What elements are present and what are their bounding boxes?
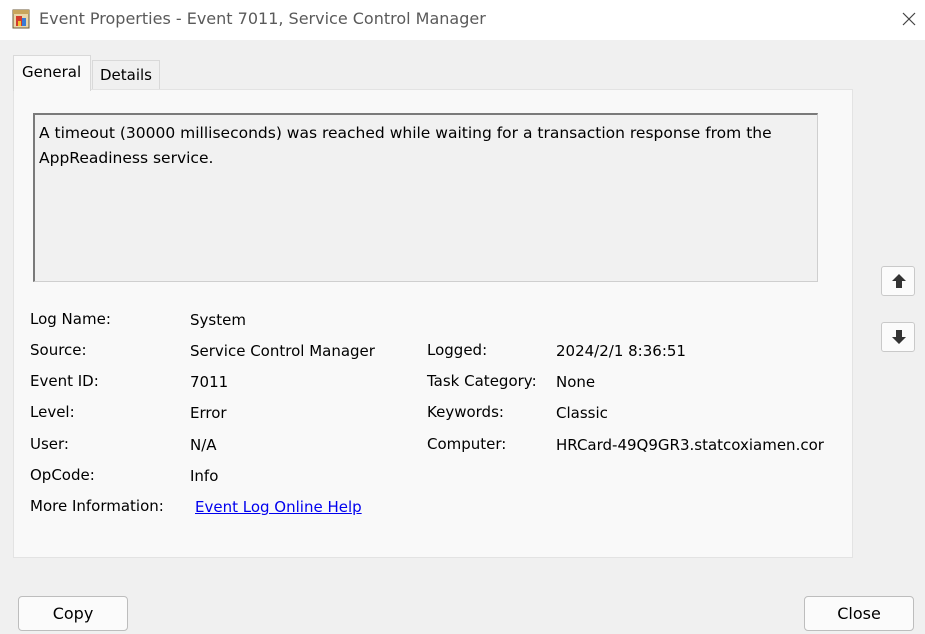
logged-label: Logged:: [427, 341, 488, 359]
close-icon[interactable]: [898, 8, 920, 30]
arrow-down-icon: [892, 330, 906, 344]
copy-button[interactable]: Copy: [18, 596, 128, 631]
user-value: N/A: [190, 436, 217, 454]
close-button[interactable]: Close: [804, 596, 914, 631]
opcode-label: OpCode:: [30, 466, 95, 484]
event-id-value: 7011: [190, 373, 229, 391]
computer-value: HRCard-49Q9GR3.statcoxiamen.cor: [556, 436, 824, 454]
title-bar: Event Properties - Event 7011, Service C…: [0, 0, 925, 40]
event-log-online-help-link[interactable]: Event Log Online Help: [195, 498, 362, 516]
source-value: Service Control Manager: [190, 342, 375, 360]
user-label: User:: [30, 435, 69, 453]
tab-general-label: General: [22, 63, 82, 81]
task-category-label: Task Category:: [427, 372, 537, 390]
next-event-button[interactable]: [881, 322, 915, 352]
tab-details[interactable]: Details: [92, 60, 160, 89]
event-id-label: Event ID:: [30, 372, 99, 390]
log-name-label: Log Name:: [30, 310, 111, 328]
logged-value: 2024/2/1 8:36:51: [556, 342, 686, 360]
tab-details-label: Details: [100, 66, 153, 84]
arrow-up-icon: [892, 274, 906, 288]
keywords-value: Classic: [556, 404, 608, 422]
event-description[interactable]: A timeout (30000 milliseconds) was reach…: [33, 113, 818, 282]
source-label: Source:: [30, 341, 87, 359]
level-value: Error: [190, 404, 227, 422]
log-name-value: System: [190, 311, 246, 329]
previous-event-button[interactable]: [881, 266, 915, 296]
opcode-value: Info: [190, 467, 219, 485]
window-title: Event Properties - Event 7011, Service C…: [39, 9, 486, 28]
computer-label: Computer:: [427, 435, 507, 453]
task-category-value: None: [556, 373, 596, 391]
more-information-label: More Information:: [30, 497, 164, 515]
level-label: Level:: [30, 403, 75, 421]
keywords-label: Keywords:: [427, 403, 504, 421]
event-properties-icon: [12, 9, 30, 29]
tab-general[interactable]: General: [13, 55, 91, 91]
